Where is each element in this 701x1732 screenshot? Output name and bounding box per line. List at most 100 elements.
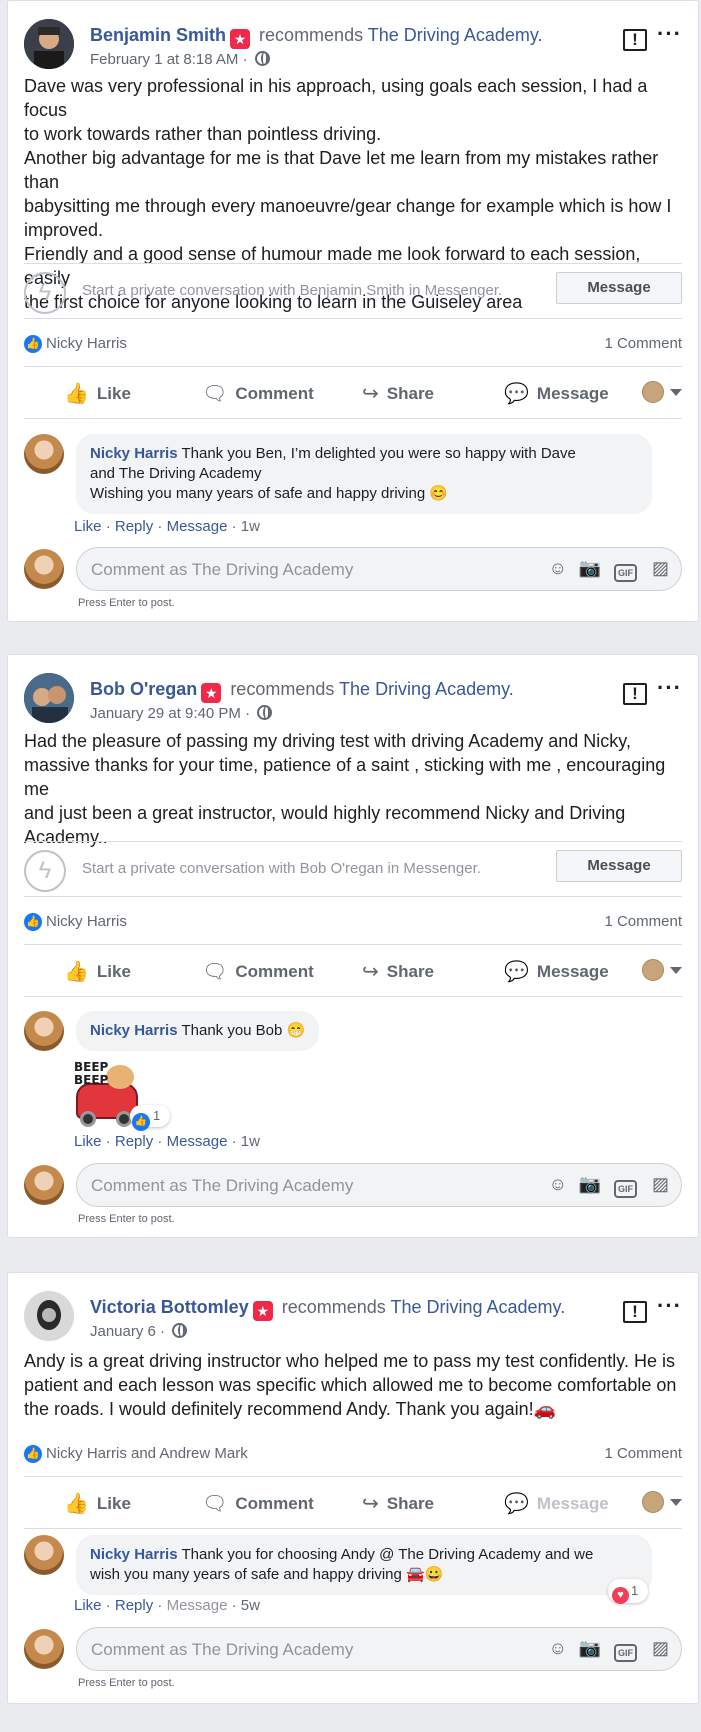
comment-composer: Comment as The Driving Academy ☺ 📷 GIF ▨: [24, 1627, 682, 1671]
actor-selector[interactable]: [642, 959, 682, 981]
commenter-avatar[interactable]: [24, 1535, 64, 1575]
recommends-text: recommends: [259, 25, 364, 45]
author-name[interactable]: Bob O'regan: [90, 679, 197, 699]
reactors[interactable]: Nicky Harris: [46, 335, 127, 352]
sticker-icon[interactable]: ▨: [652, 1638, 669, 1659]
report-icon[interactable]: !: [623, 1301, 648, 1323]
page-link[interactable]: The Driving Academy.: [390, 1297, 565, 1317]
like-button[interactable]: 👍 Like: [64, 1491, 131, 1516]
share-label: Share: [386, 384, 435, 403]
beep-beep-sticker[interactable]: BEEP BEEP 👍 1: [74, 1061, 170, 1133]
comment-button[interactable]: 🗨 Comment: [202, 381, 314, 406]
comment-like-link[interactable]: Like: [74, 518, 102, 535]
share-button[interactable]: ↪ Share: [362, 959, 434, 984]
actor-selector[interactable]: [642, 1491, 682, 1513]
author-name[interactable]: Victoria Bottomley: [90, 1297, 249, 1317]
gif-icon[interactable]: GIF: [614, 1640, 637, 1662]
post-header: Victoria Bottomley ★ recommends The Drivi…: [24, 1291, 682, 1347]
message-button[interactable]: Message: [556, 850, 682, 882]
comment-input[interactable]: Comment as The Driving Academy ☺ 📷 GIF ▨: [76, 1627, 682, 1671]
comment-reply-link[interactable]: Reply: [115, 1133, 153, 1150]
commenter-avatar[interactable]: [24, 434, 64, 474]
post-body: Andy is a great driving instructor who h…: [24, 1349, 682, 1421]
messenger-prompt: ϟ Start a private conversation with Benj…: [24, 263, 682, 319]
gif-icon[interactable]: GIF: [614, 560, 637, 582]
comment-like-link[interactable]: Like: [74, 1133, 102, 1150]
message-action-button[interactable]: 💬 Message: [504, 1491, 609, 1516]
comment-count[interactable]: 1 Comment: [604, 335, 682, 352]
comment-links: Like · Reply · Message · 1w: [74, 518, 260, 535]
post-date[interactable]: February 1 at 8:18 AM ·: [90, 51, 248, 68]
comment-message-link[interactable]: Message: [167, 1133, 228, 1150]
comment-time[interactable]: 5w: [241, 1597, 260, 1614]
comment-like-link[interactable]: Like: [74, 1597, 102, 1614]
page-link[interactable]: The Driving Academy.: [339, 679, 514, 699]
more-icon[interactable]: ···: [657, 1293, 682, 1319]
report-icon[interactable]: !: [623, 29, 648, 51]
comment-reaction-count[interactable]: ♥ 1: [608, 1579, 648, 1604]
comment-count[interactable]: 1 Comment: [604, 913, 682, 930]
commenter-name[interactable]: Nicky Harris: [90, 1022, 178, 1039]
post-card: Benjamin Smith ★ recommends The Driving A…: [7, 0, 699, 622]
comment-message-link[interactable]: Message: [167, 518, 228, 535]
star-badge-icon: ★: [201, 683, 222, 703]
camera-icon[interactable]: 📷: [579, 1638, 601, 1659]
comment-input[interactable]: Comment as The Driving Academy ☺ 📷 GIF ▨: [76, 1163, 682, 1207]
share-icon: ↪: [362, 383, 379, 405]
body-line: Had the pleasure of passing my driving t…: [24, 731, 631, 751]
reactions-bar: 👍 Nicky Harris and Andrew Mark 1 Comment: [24, 1429, 682, 1477]
share-button[interactable]: ↪ Share: [362, 1491, 434, 1516]
emoji-icon[interactable]: ☺: [549, 1174, 567, 1195]
share-button[interactable]: ↪ Share: [362, 381, 434, 406]
message-label: Message: [536, 1494, 609, 1513]
emoji-icon[interactable]: ☺: [549, 1638, 567, 1659]
camera-icon[interactable]: 📷: [579, 1174, 601, 1195]
comment-button[interactable]: 🗨 Comment: [202, 959, 314, 984]
reactors[interactable]: Nicky Harris: [46, 913, 127, 930]
commenter-avatar[interactable]: [24, 1011, 64, 1051]
comment-reply-link[interactable]: Reply: [115, 518, 153, 535]
report-icon[interactable]: !: [623, 683, 648, 705]
like-icon: 👍: [132, 1113, 150, 1131]
like-button[interactable]: 👍 Like: [64, 381, 131, 406]
comment-button[interactable]: 🗨 Comment: [202, 1491, 314, 1516]
chevron-down-icon: [670, 389, 682, 396]
author-avatar[interactable]: [24, 19, 74, 69]
commenter-name[interactable]: Nicky Harris: [90, 445, 178, 462]
comment-message-link[interactable]: Message: [167, 1597, 228, 1614]
sticker-icon[interactable]: ▨: [652, 558, 669, 579]
comment-input[interactable]: Comment as The Driving Academy ☺ 📷 GIF ▨: [76, 547, 682, 591]
author-avatar[interactable]: [24, 1291, 74, 1341]
emoji-icon[interactable]: ☺: [549, 558, 567, 579]
comment-reply-link[interactable]: Reply: [115, 1597, 153, 1614]
actor-selector[interactable]: [642, 381, 682, 403]
comment-count[interactable]: 1 Comment: [604, 1445, 682, 1462]
author-avatar[interactable]: [24, 673, 74, 723]
message-button[interactable]: Message: [556, 272, 682, 304]
message-icon: 💬: [504, 1493, 529, 1515]
more-icon[interactable]: ···: [657, 21, 682, 47]
messenger-prompt: ϟ Start a private conversation with Bob …: [24, 841, 682, 897]
sticker-icon[interactable]: ▨: [652, 1174, 669, 1195]
body-line: Dave was very professional in his approa…: [24, 76, 648, 120]
camera-icon[interactable]: 📷: [579, 558, 601, 579]
sticker-like-count[interactable]: 👍 1: [130, 1105, 170, 1131]
reactors[interactable]: Nicky Harris and Andrew Mark: [46, 1445, 248, 1462]
page-link[interactable]: The Driving Academy.: [368, 25, 543, 45]
comment-time[interactable]: 1w: [241, 518, 260, 535]
gif-icon[interactable]: GIF: [614, 1176, 637, 1198]
commenter-name[interactable]: Nicky Harris: [90, 1546, 178, 1563]
post-date[interactable]: January 29 at 9:40 PM ·: [90, 705, 250, 722]
body-line: patient and each lesson was specific whi…: [24, 1375, 677, 1395]
comment-time[interactable]: 1w: [241, 1133, 260, 1150]
share-label: Share: [386, 962, 435, 981]
comment-bubble: Nicky Harris Thank you Ben, I’m delighte…: [76, 434, 652, 514]
post-date[interactable]: January 6 ·: [90, 1323, 165, 1340]
more-icon[interactable]: ···: [657, 675, 682, 701]
like-button[interactable]: 👍 Like: [64, 959, 131, 984]
recommends-text: recommends: [230, 679, 335, 699]
reactions-bar: 👍 Nicky Harris 1 Comment: [24, 319, 682, 367]
message-action-button[interactable]: 💬 Message: [504, 381, 609, 406]
author-name[interactable]: Benjamin Smith: [90, 25, 226, 45]
message-action-button[interactable]: 💬 Message: [504, 959, 609, 984]
